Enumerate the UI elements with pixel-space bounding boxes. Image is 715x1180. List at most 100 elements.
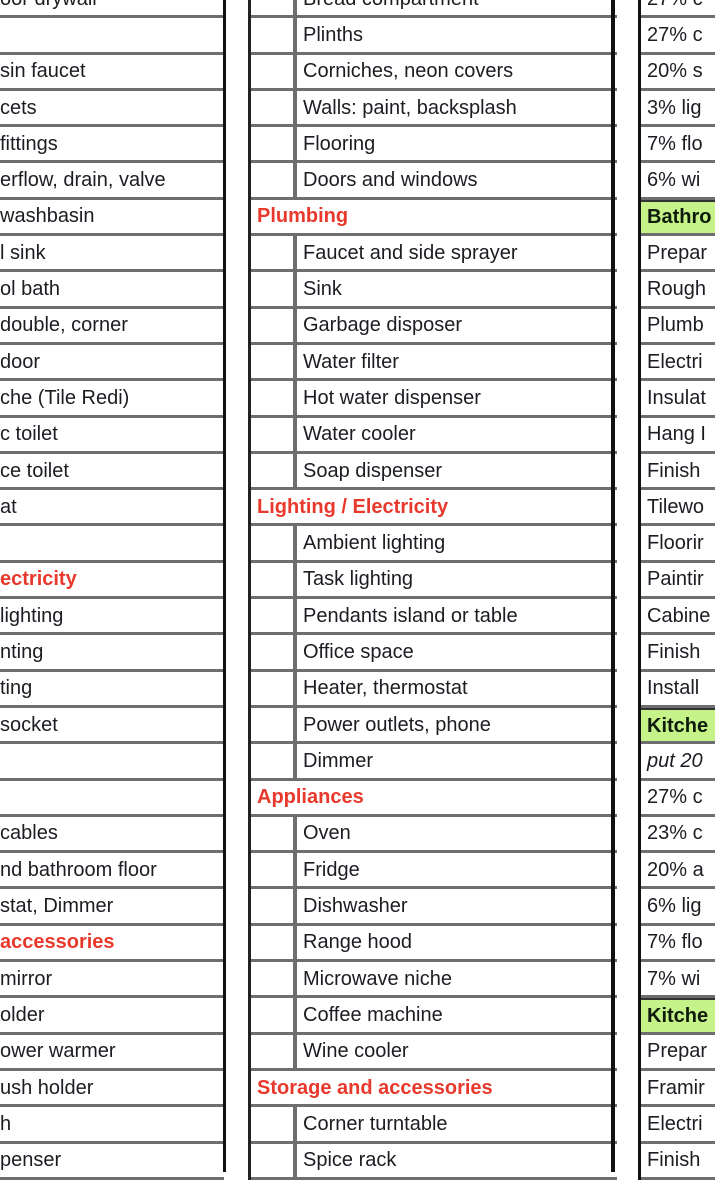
budget-label: Floorir [647,532,704,555]
checkbox-cell[interactable] [251,308,297,342]
checkbox-cell[interactable] [251,236,297,270]
budget-row: put 20 [641,744,715,781]
checklist-row: Soap dispenser [251,453,617,491]
budget-label: 6% wi [647,169,701,192]
item-label: Power outlets, phone [303,713,491,736]
budget-label: 7% flo [647,931,703,954]
checklist-row: c toilet [0,418,224,454]
checklist-row: Sink [251,272,617,309]
budget-row: 3% lig [641,91,715,128]
section-heading-row: Storage and accessories [251,1071,617,1108]
checklist-row: older [0,998,224,1035]
item-label: Soap dispenser [303,459,442,482]
budget-label: 7% flo [647,132,703,155]
checklist-row: h [0,1107,224,1144]
item-label: Doors and windows [303,169,478,192]
budget-row: Finish [641,454,715,491]
checkbox-cell[interactable] [251,599,297,633]
item-label: washbasin [0,205,95,228]
item-label: l sink [0,241,46,264]
budget-label: 23% c [647,822,703,845]
item-label: penser [0,1149,62,1172]
item-label: Corniches, neon covers [303,60,514,83]
checklist-row: Oven [251,816,617,854]
budget-row: Finish [641,1144,715,1180]
budget-row: 7% wi [641,962,715,999]
checklist-row [0,744,224,781]
checkbox-cell[interactable] [251,453,297,488]
item-label: cets [0,96,37,119]
kitchen-checklist-column: Bread compartment Plinths Corniches, neon … [248,0,617,1180]
budget-row: 27% c [641,18,715,55]
item-label: Sink [303,278,342,301]
item-label: older [0,1003,45,1026]
item-label: socket [0,713,58,736]
budget-label: Tilewo [647,495,705,518]
budget-row: 7% flo [641,127,715,164]
checklist-row: Range hood [251,925,617,963]
checklist-row: stat, Dimmer [0,889,224,926]
checkbox-cell[interactable] [251,417,297,451]
item-label: Oven [303,822,351,845]
checkbox-cell[interactable] [251,1107,297,1141]
budget-label: 20% s [647,60,703,83]
checkbox-cell[interactable] [251,744,297,778]
item-label: Range hood [303,931,412,954]
checkbox-cell[interactable] [251,707,297,742]
checkbox-cell[interactable] [251,635,297,669]
checkbox-cell[interactable] [251,163,297,197]
budget-label: 6% lig [647,895,702,918]
checkbox-cell[interactable] [251,272,297,306]
checklist-row: fittings [0,127,224,164]
checkbox-cell[interactable] [251,925,297,959]
section-heading-row: ectricity [0,563,224,600]
item-label: ting [0,677,33,700]
checkbox-cell[interactable] [251,90,297,125]
checkbox-cell[interactable] [251,816,297,851]
item-label: Ambient lighting [303,532,446,555]
middle-column-border [611,0,615,1172]
checklist-row: Ambient lighting [251,526,617,563]
budget-row: Finish [641,635,715,672]
checkbox-cell[interactable] [251,671,297,705]
budget-row: 23% c [641,817,715,854]
checkbox-cell[interactable] [251,889,297,923]
checkbox-cell[interactable] [251,526,297,560]
checkbox-cell[interactable] [251,1034,297,1068]
budget-row: Electri [641,345,715,382]
checkbox-cell[interactable] [251,127,297,161]
budget-label: Finish [647,459,701,482]
section-heading-storage-and-accessories: Storage and accessories [257,1076,493,1099]
item-label: oor drywall [0,0,97,9]
budget-row: Floorir [641,526,715,563]
item-label: Bread compartment [297,0,479,9]
checklist-row: ower warmer [0,1035,224,1071]
section-header-row: Kitche [641,998,715,1035]
checkbox-cell[interactable] [251,381,297,415]
checkbox-cell[interactable] [251,962,297,996]
item-label: cables [0,822,58,845]
checklist-row: Corniches, neon covers [251,54,617,91]
checkbox-cell[interactable] [251,0,297,16]
item-label: Garbage disposer [303,314,462,337]
budget-row: 6% lig [641,889,715,926]
checklist-row: Dimmer [251,744,617,781]
checkbox-cell[interactable] [251,18,297,52]
checkbox-cell[interactable] [251,344,297,379]
checklist-row: oor drywall [0,0,224,19]
item-label: door [0,350,41,373]
checkbox-cell[interactable] [251,853,297,887]
checkbox-cell[interactable] [251,562,297,597]
checklist-row: sin faucet [0,55,224,91]
item-label: ush holder [0,1076,94,1099]
checkbox-cell[interactable] [251,998,297,1032]
checklist-row: Walls: paint, backsplash [251,90,617,128]
budget-label: Install [647,677,700,700]
checklist-row: lighting [0,599,224,636]
section-header-label: Kitche [647,714,709,737]
checkbox-cell[interactable] [251,54,297,88]
checklist-row: Coffee machine [251,998,617,1035]
item-label: Spice rack [303,1149,397,1172]
checklist-row: penser [0,1144,224,1180]
item-label: Pendants island or table [303,604,518,627]
